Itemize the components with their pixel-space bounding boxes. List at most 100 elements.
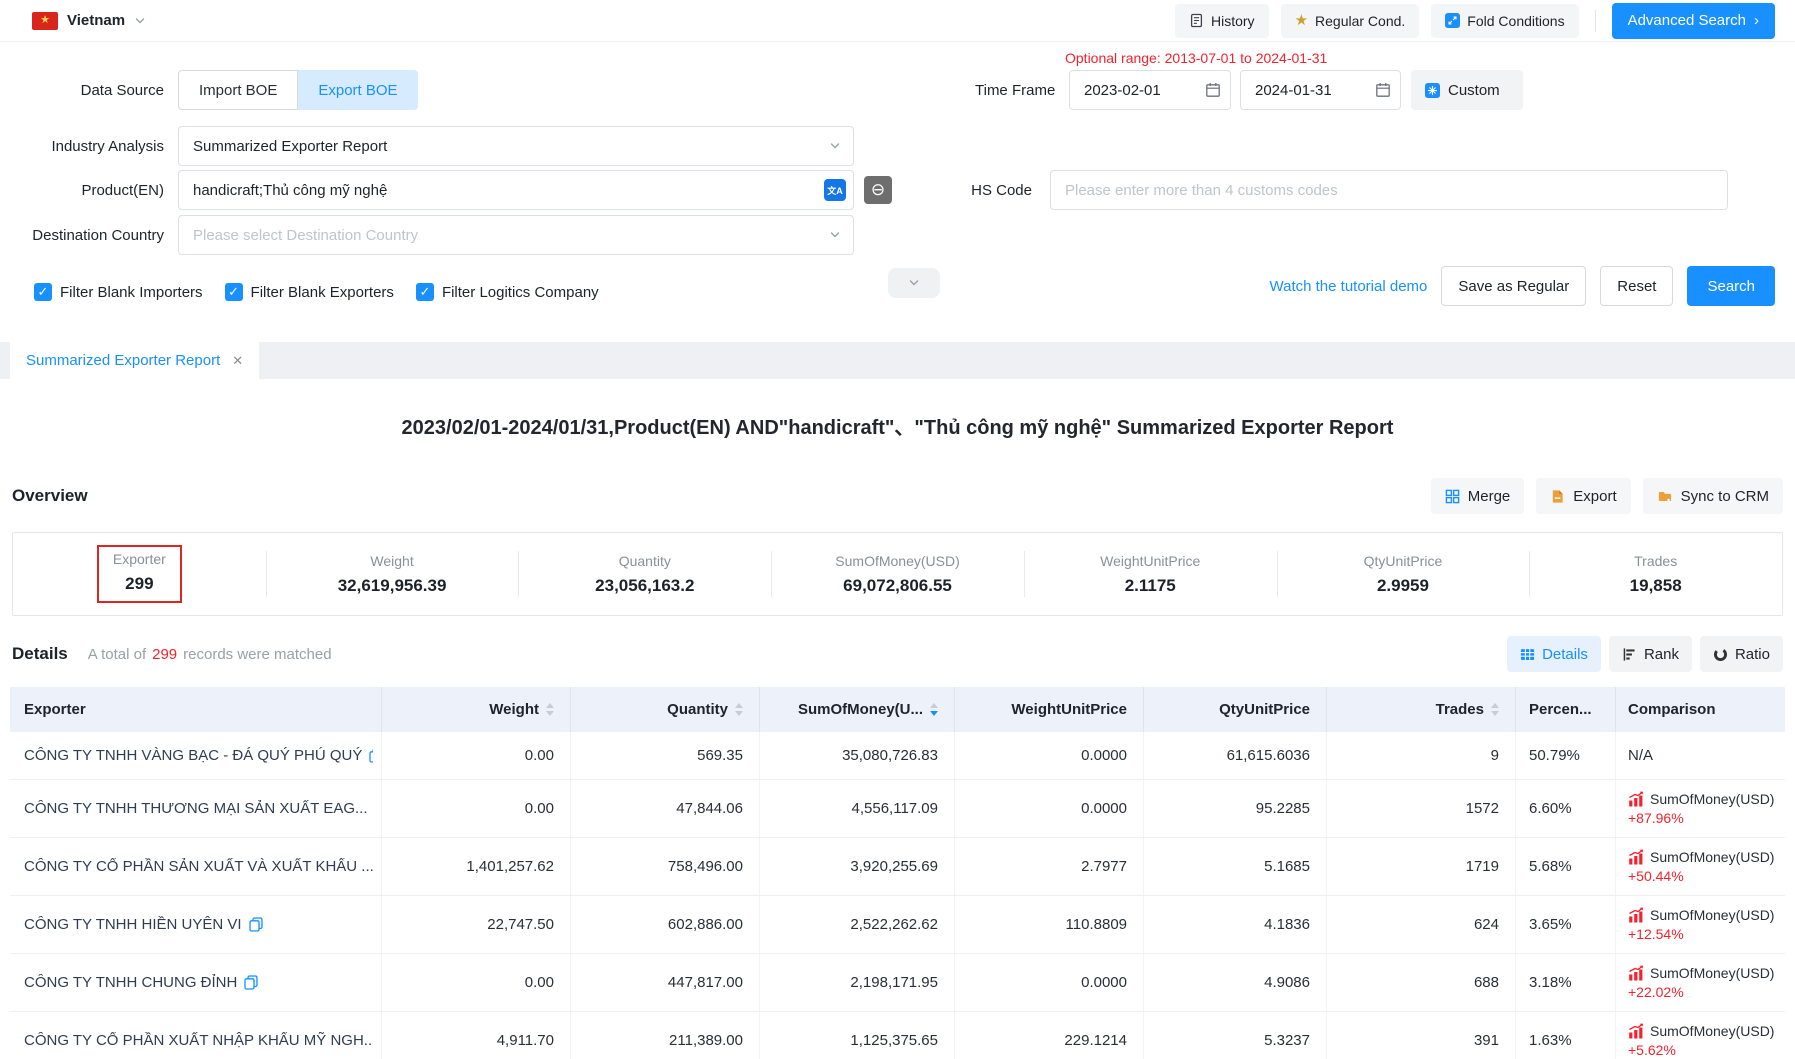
calendar-icon[interactable] xyxy=(1375,82,1391,98)
stat-quantity: Quantity 23,056,163.2 xyxy=(518,533,771,615)
comparison-change: +87.96% xyxy=(1628,810,1774,826)
table-row: CÔNG TY TNHH CHUNG ĐỈNH 0.00 447,817.00 … xyxy=(10,954,1785,1012)
copy-icon[interactable] xyxy=(369,748,373,763)
table-row: CÔNG TY CỔ PHẦN SẢN XUẤT VÀ XUẤT KHẨU ..… xyxy=(10,838,1785,896)
export-button[interactable]: Export xyxy=(1536,478,1630,514)
view-rank-button[interactable]: Rank xyxy=(1609,636,1692,672)
sync-to-crm-button[interactable]: Sync to CRM xyxy=(1643,478,1783,514)
tutorial-demo-link[interactable]: Watch the tutorial demo xyxy=(1270,278,1428,295)
exporter-name: CÔNG TY TNHH HIỀN UYÊN VI xyxy=(24,916,242,933)
filter-blank-exporters-checkbox[interactable]: ✓ Filter Blank Exporters xyxy=(225,283,394,301)
table-icon xyxy=(1520,647,1535,662)
sort-icons[interactable] xyxy=(930,703,938,716)
merge-button[interactable]: Merge xyxy=(1431,478,1525,514)
top-bar: ★ Vietnam History ★ Regular Cond. Fold C… xyxy=(0,0,1795,42)
overview-heading: Overview xyxy=(12,486,88,506)
data-source-segmented-control: Import BOE Export BOE xyxy=(178,70,418,110)
rank-bars-icon xyxy=(1622,647,1637,662)
col-header-quantity[interactable]: Quantity xyxy=(570,687,759,732)
sort-asc-icon xyxy=(735,703,743,708)
details-heading: Details xyxy=(12,644,68,664)
table-row: CÔNG TY CỔ PHẦN XUẤT NHẬP KHẨU MỸ NGH...… xyxy=(10,1012,1785,1059)
red-bar-chart-icon xyxy=(1628,907,1644,923)
table-row: CÔNG TY TNHH VÀNG BẠC - ĐÁ QUÝ PHÚ QUÝ 0… xyxy=(10,732,1785,780)
time-frame-label: Time Frame xyxy=(975,82,1040,99)
history-icon xyxy=(1189,13,1204,28)
history-button[interactable]: History xyxy=(1175,4,1269,38)
red-bar-chart-icon xyxy=(1628,965,1644,981)
filter-logitics-company-checkbox[interactable]: ✓ Filter Logitics Company xyxy=(416,283,599,301)
col-header-qty-unit-price: QtyUnitPrice xyxy=(1143,687,1326,732)
details-table: Exporter Weight Quantity SumOfMoney(U...… xyxy=(10,687,1785,1059)
red-bar-chart-icon xyxy=(1628,849,1644,865)
folder-icon xyxy=(1657,489,1673,504)
stat-trades: Trades 19,858 xyxy=(1529,533,1782,615)
optional-range-text: Optional range: 2013-07-01 to 2024-01-31 xyxy=(1065,50,1327,66)
checkbox-checked-icon: ✓ xyxy=(416,283,434,301)
data-source-label: Data Source xyxy=(0,82,178,99)
filter-blank-importers-checkbox[interactable]: ✓ Filter Blank Importers xyxy=(34,283,203,301)
copy-icon[interactable] xyxy=(249,917,263,932)
product-en-label: Product(EN) xyxy=(0,182,178,199)
country-name: Vietnam xyxy=(67,12,125,29)
hs-code-input[interactable] xyxy=(1050,170,1728,210)
close-icon[interactable]: ✕ xyxy=(232,353,243,369)
divider xyxy=(1595,10,1596,32)
copy-icon[interactable] xyxy=(244,975,258,990)
red-bar-chart-icon xyxy=(1628,1023,1644,1039)
regular-cond-button[interactable]: ★ Regular Cond. xyxy=(1281,4,1420,38)
advanced-search-button[interactable]: Advanced Search › xyxy=(1612,3,1775,39)
country-selector[interactable]: ★ Vietnam xyxy=(32,12,146,30)
fold-conditions-button[interactable]: Fold Conditions xyxy=(1431,4,1578,38)
comparison-change: +22.02% xyxy=(1628,984,1774,1000)
view-details-button[interactable]: Details xyxy=(1507,636,1601,672)
checkbox-checked-icon: ✓ xyxy=(225,283,243,301)
tab-summarized-exporter-report[interactable]: Summarized Exporter Report ✕ xyxy=(10,342,259,379)
table-row: CÔNG TY TNHH THƯƠNG MẠI SẢN XUẤT EAG... … xyxy=(10,780,1785,838)
destination-country-select[interactable]: Please select Destination Country xyxy=(178,215,854,255)
comparison-change: +50.44% xyxy=(1628,868,1774,884)
record-count: 299 xyxy=(152,646,177,663)
destination-country-label: Destination Country xyxy=(0,227,178,244)
custom-range-button[interactable]: Custom xyxy=(1411,70,1523,110)
import-boe-button[interactable]: Import BOE xyxy=(178,70,298,110)
vietnam-flag-icon: ★ xyxy=(32,12,58,30)
col-header-trades[interactable]: Trades xyxy=(1326,687,1515,732)
sort-asc-icon xyxy=(1491,703,1499,708)
col-header-sum-of-money[interactable]: SumOfMoney(U... xyxy=(759,687,954,732)
collapse-form-button[interactable] xyxy=(888,268,940,298)
export-boe-button[interactable]: Export BOE xyxy=(298,70,417,110)
sort-icons[interactable] xyxy=(1491,703,1499,716)
sort-asc-icon xyxy=(930,703,938,708)
industry-analysis-select[interactable]: Summarized Exporter Report xyxy=(178,126,854,166)
export-document-icon xyxy=(1550,489,1565,504)
comparison-change: +12.54% xyxy=(1628,926,1774,942)
records-matched-summary: A total of299records were matched xyxy=(88,646,332,663)
col-header-exporter: Exporter xyxy=(10,687,381,732)
exporter-stat-highlight-box: Exporter 299 xyxy=(97,545,182,603)
calendar-icon[interactable] xyxy=(1205,82,1221,98)
table-header-row: Exporter Weight Quantity SumOfMoney(U...… xyxy=(10,687,1785,732)
checkbox-checked-icon: ✓ xyxy=(34,283,52,301)
date-end-field[interactable] xyxy=(1240,70,1401,110)
stat-weight-unit-price: WeightUnitPrice 2.1175 xyxy=(1024,533,1277,615)
sort-desc-icon xyxy=(735,711,743,716)
sort-icons[interactable] xyxy=(735,703,743,716)
date-start-field[interactable] xyxy=(1069,70,1231,110)
exporter-name: CÔNG TY TNHH VÀNG BẠC - ĐÁ QUÝ PHÚ QUÝ xyxy=(24,747,362,764)
product-en-input[interactable] xyxy=(178,170,854,210)
translate-icon[interactable]: 文A xyxy=(824,179,846,201)
reset-button[interactable]: Reset xyxy=(1600,266,1673,306)
chevron-down-icon xyxy=(829,140,841,152)
col-header-weight[interactable]: Weight xyxy=(381,687,570,732)
save-as-regular-button[interactable]: Save as Regular xyxy=(1441,266,1586,306)
stat-qty-unit-price: QtyUnitPrice 2.9959 xyxy=(1277,533,1530,615)
sort-icons[interactable] xyxy=(546,703,554,716)
stat-weight: Weight 32,619,956.39 xyxy=(266,533,519,615)
view-ratio-button[interactable]: Ratio xyxy=(1700,636,1783,672)
sort-desc-icon xyxy=(546,711,554,716)
custom-icon xyxy=(1425,83,1440,98)
search-button[interactable]: Search xyxy=(1687,266,1775,306)
exclude-icon[interactable]: ⊖ xyxy=(864,176,892,204)
fold-icon xyxy=(1445,13,1460,28)
